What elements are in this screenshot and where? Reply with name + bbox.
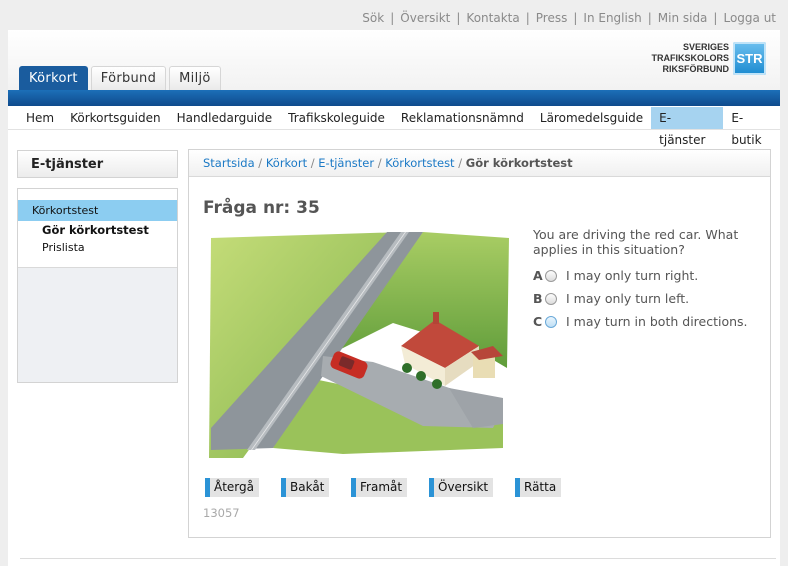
subnav-e-tjanster[interactable]: E-tjänster	[651, 106, 724, 147]
sidebar-item-korkortstest[interactable]: Körkortstest	[18, 200, 177, 221]
tab-korkort[interactable]: Körkort	[19, 66, 88, 91]
str-logo[interactable]: SVERIGES TRAFIKSKOLORS RIKSFÖRBUND STR	[652, 42, 766, 75]
option-text: I may only turn left.	[566, 291, 690, 306]
top-link-oversikt[interactable]: Översikt	[400, 11, 450, 25]
separator: |	[573, 11, 578, 25]
separator: |	[390, 11, 395, 25]
sidebar-menu-list: Körkortstest Gör körkortstest Prislista	[18, 189, 177, 268]
breadcrumb-current: Gör körkortstest	[465, 156, 573, 170]
logo-text: SVERIGES TRAFIKSKOLORS RIKSFÖRBUND	[652, 42, 730, 75]
header: SVERIGES TRAFIKSKOLORS RIKSFÖRBUND STR K…	[8, 30, 780, 91]
subnav-trafikskoleguide[interactable]: Trafikskoleguide	[280, 107, 393, 129]
radio-button[interactable]	[545, 293, 557, 305]
breadcrumb-e-tjanster[interactable]: E-tjänster	[318, 156, 374, 170]
top-link-press[interactable]: Press	[536, 11, 568, 25]
answer-option-b[interactable]: B I may only turn left.	[533, 291, 756, 306]
subnav-reklamationsnamnd[interactable]: Reklamationsnämnd	[393, 107, 532, 129]
overview-button[interactable]: Översikt	[429, 478, 494, 497]
top-utility-bar: Sök | Översikt | Kontakta | Press | In Engli…	[0, 0, 788, 30]
sidebar-item-gor-korkortstest[interactable]: Gör körkortstest	[42, 223, 149, 237]
correct-button[interactable]: Rätta	[515, 478, 562, 497]
top-link-sok[interactable]: Sök	[362, 11, 384, 25]
question-code: 13057	[203, 506, 240, 520]
option-text: I may only turn right.	[566, 268, 699, 283]
logo-line: RIKSFÖRBUND	[662, 64, 730, 74]
page-container: SVERIGES TRAFIKSKOLORS RIKSFÖRBUND STR K…	[8, 30, 780, 566]
option-letter: C	[533, 314, 543, 329]
top-link-min-sida[interactable]: Min sida	[658, 11, 708, 25]
next-button[interactable]: Framåt	[351, 478, 408, 497]
main-content: Startsida / Körkort / E-tjänster / Körko…	[188, 149, 771, 538]
subnav-laromedelsguide[interactable]: Läromedelsguide	[532, 107, 651, 129]
breadcrumb-separator: /	[310, 156, 315, 170]
separator: |	[456, 11, 461, 25]
subnav-e-butik[interactable]: E-butik	[723, 107, 780, 147]
breadcrumb-korkortstest[interactable]: Körkortstest	[385, 156, 454, 170]
option-letter: B	[533, 291, 543, 306]
option-letter: A	[533, 268, 543, 283]
breadcrumb-separator: /	[458, 156, 463, 170]
question-title: Fråga nr: 35	[203, 198, 320, 218]
separator: |	[713, 11, 718, 25]
header-blue-bar	[8, 90, 780, 106]
radio-button[interactable]	[545, 316, 557, 328]
back-to-start-button[interactable]: Återgå	[205, 478, 259, 497]
breadcrumb: Startsida / Körkort / E-tjänster / Körko…	[189, 150, 770, 177]
tab-miljo[interactable]: Miljö	[169, 66, 221, 91]
logo-line: TRAFIKSKOLORS	[651, 53, 730, 63]
subnav-handledarguide[interactable]: Handledarguide	[169, 107, 281, 129]
logo-line: SVERIGES	[682, 42, 729, 52]
top-links: Sök | Översikt | Kontakta | Press | In Engli…	[362, 11, 776, 25]
str-badge-icon: STR	[733, 42, 766, 75]
breadcrumb-korkort[interactable]: Körkort	[266, 156, 307, 170]
top-link-logga-ut[interactable]: Logga ut	[723, 11, 776, 25]
top-link-english[interactable]: In English	[583, 11, 641, 25]
previous-button[interactable]: Bakåt	[281, 478, 330, 497]
question-text: You are driving the red car. What applie…	[533, 227, 739, 257]
footer-divider	[20, 558, 776, 559]
top-link-kontakta[interactable]: Kontakta	[466, 11, 519, 25]
answer-option-a[interactable]: A I may only turn right.	[533, 268, 756, 283]
radio-button[interactable]	[545, 270, 557, 282]
option-text: I may turn in both directions.	[566, 314, 748, 329]
sidebar-title: E-tjänster	[17, 150, 178, 178]
breadcrumb-separator: /	[258, 156, 263, 170]
sub-navigation: Hem Körkortsguiden Handledarguide Trafik…	[8, 106, 780, 147]
sidebar-menu: Körkortstest Gör körkortstest Prislista	[17, 188, 178, 383]
main-tabs: Körkort Förbund Miljö	[19, 66, 224, 91]
subnav-hem[interactable]: Hem	[18, 107, 62, 129]
breadcrumb-startsida[interactable]: Startsida	[203, 156, 255, 170]
traffic-situation-illustration	[203, 228, 525, 462]
separator: |	[525, 11, 530, 25]
separator: |	[647, 11, 652, 25]
breadcrumb-separator: /	[377, 156, 382, 170]
subnav-korkortsguiden[interactable]: Körkortsguiden	[62, 107, 168, 129]
tab-forbund[interactable]: Förbund	[90, 66, 167, 91]
sidebar-item-prislista[interactable]: Prislista	[42, 241, 85, 254]
answer-option-c[interactable]: C I may turn in both directions.	[533, 314, 756, 329]
